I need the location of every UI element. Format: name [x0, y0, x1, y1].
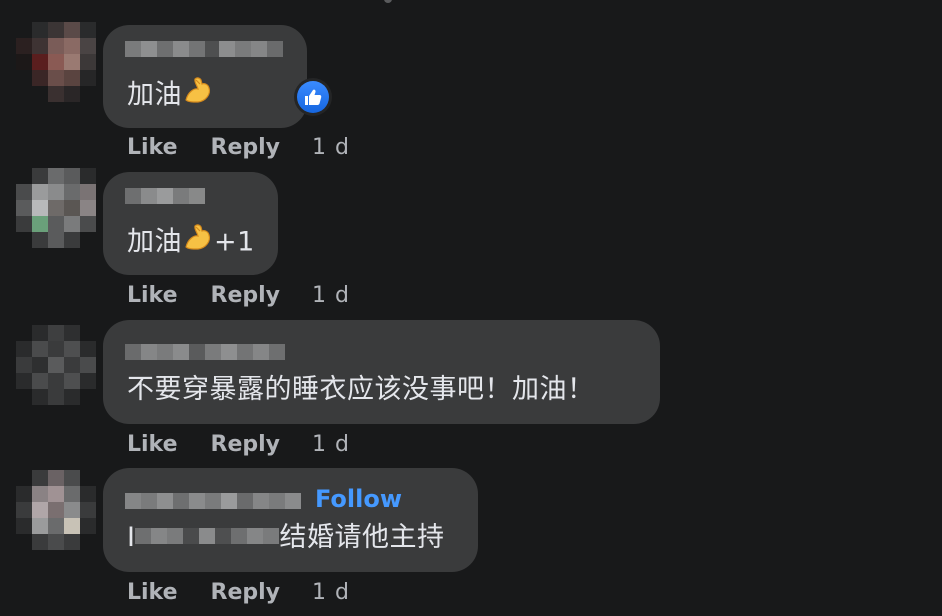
- author-name-redacted[interactable]: [125, 41, 283, 57]
- comment-text: 不要穿暴露的睡衣应该没事吧！加油！: [127, 374, 595, 405]
- comment-bubble: Follow I 结婚请他主持: [103, 468, 478, 572]
- avatar[interactable]: [16, 470, 96, 550]
- reply-button[interactable]: Reply: [211, 432, 281, 458]
- timestamp[interactable]: 1 d: [312, 580, 350, 606]
- comment-actions: Like Reply 1 d: [127, 135, 350, 161]
- comment-actions: Like Reply 1 d: [127, 580, 350, 606]
- reply-button[interactable]: Reply: [211, 580, 281, 606]
- author-name-redacted[interactable]: [125, 344, 285, 360]
- flexed-biceps-icon: [182, 221, 214, 261]
- like-button[interactable]: Like: [127, 432, 178, 458]
- comment-bubble: 加油: [103, 25, 307, 128]
- comment-thread: 加油 Like Reply 1 d 加油 +1 Like Reply 1 d 不…: [0, 0, 942, 616]
- timestamp[interactable]: 1 d: [312, 432, 350, 458]
- timestamp[interactable]: 1 d: [312, 283, 350, 309]
- timestamp[interactable]: 1 d: [312, 135, 350, 161]
- author-name-redacted[interactable]: [125, 188, 205, 204]
- avatar[interactable]: [16, 168, 96, 248]
- avatar[interactable]: [16, 22, 96, 102]
- comment-bubble: 加油 +1: [103, 172, 278, 275]
- text-redacted: [135, 520, 280, 552]
- avatar[interactable]: [16, 325, 96, 405]
- like-button[interactable]: Like: [127, 283, 178, 309]
- flexed-biceps-icon: [182, 74, 214, 114]
- author-name-redacted[interactable]: [125, 493, 301, 509]
- reply-button[interactable]: Reply: [211, 135, 281, 161]
- like-button[interactable]: Like: [127, 580, 178, 606]
- comment-text: 加油: [127, 77, 214, 114]
- like-icon: [305, 89, 322, 105]
- reply-button[interactable]: Reply: [211, 283, 281, 309]
- like-reaction-badge[interactable]: [294, 78, 332, 116]
- comment-text: 加油 +1: [127, 224, 255, 261]
- follow-button[interactable]: Follow: [315, 485, 402, 513]
- scroll-indicator: [384, 0, 392, 3]
- text-prefix: I: [127, 522, 136, 553]
- comment-actions: Like Reply 1 d: [127, 283, 350, 309]
- comment-bubble: 不要穿暴露的睡衣应该没事吧！加油！: [103, 320, 660, 424]
- like-button[interactable]: Like: [127, 135, 178, 161]
- comment-text: I 结婚请他主持: [127, 522, 444, 554]
- comment-actions: Like Reply 1 d: [127, 432, 350, 458]
